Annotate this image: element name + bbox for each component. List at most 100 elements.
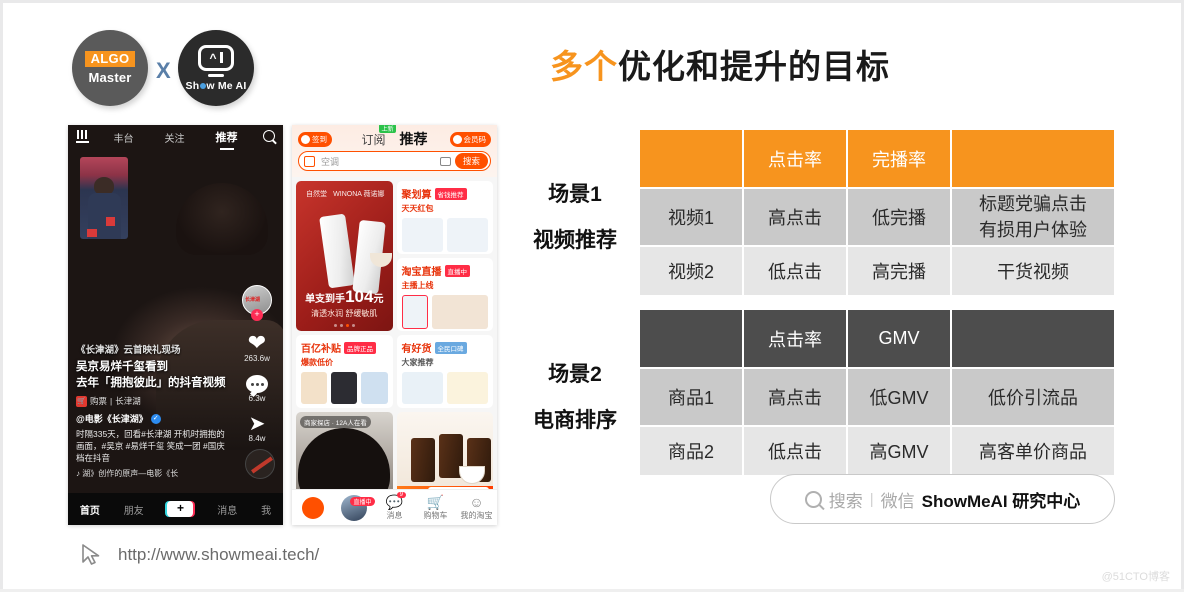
camera-icon[interactable]	[439, 156, 451, 166]
footer: http://www.showmeai.tech/	[78, 542, 319, 568]
taobao-nav-live[interactable]: 直播中	[333, 494, 375, 521]
monitor-icon: ^	[198, 44, 234, 71]
search-input[interactable]: 空调	[321, 155, 440, 168]
video-product-link[interactable]: 🛒 购票 | 长津湖	[76, 395, 236, 407]
goods-thumb-2	[446, 372, 488, 404]
taobao-search-bar[interactable]: 空调 搜索	[298, 151, 491, 171]
monitor-stand-icon	[208, 73, 224, 77]
product-link-sub: 长津湖	[115, 396, 141, 406]
taobao-nav-home[interactable]	[292, 496, 333, 519]
showmeai-pre: Sh	[185, 79, 200, 92]
carousel-dots[interactable]	[296, 324, 393, 327]
subsidy-products	[301, 372, 388, 404]
share-action[interactable]: ➤ 8.4w	[237, 414, 277, 443]
promo-price-value: 104	[345, 287, 374, 306]
taobao-tab-recommend[interactable]: 推荐	[400, 129, 428, 149]
video-metrics-table: 点击率 完播率 视频1 高点击 低完播 标题党骗点击 有损用户体验 视频2 低点…	[640, 130, 1114, 295]
taobao-nav-profile[interactable]: ☺ 我的淘宝	[456, 494, 497, 521]
member-code-label: 会员码	[463, 135, 487, 144]
taobao-nav-messages[interactable]: 💬 9 消息	[374, 492, 415, 521]
douyin-tab-following[interactable]: 关注	[165, 130, 185, 145]
taobao-nav-cart-label: 购物车	[423, 511, 448, 520]
music-disc-icon[interactable]	[245, 449, 275, 479]
page-title: 多个优化和提升的目标	[460, 40, 980, 88]
table-row: 低价引流品	[952, 369, 1114, 425]
douyin-nav-profile[interactable]: 我	[261, 502, 271, 517]
taobao-live-card[interactable]: 淘宝直播 直播中 主播上线	[396, 258, 493, 331]
taobao-tab-subscribe[interactable]: 订阅 上新	[361, 125, 396, 148]
heart-icon[interactable]: ❤	[237, 332, 277, 354]
live-calendar-icon[interactable]	[76, 130, 89, 143]
member-code-icon	[452, 135, 462, 144]
douyin-nav-friends[interactable]: 朋友	[124, 502, 144, 517]
taobao-tab-new-badge: 上新	[379, 125, 396, 133]
taobao-nav-cart[interactable]: 🛒 购物车	[415, 494, 456, 521]
magnifier-icon	[804, 490, 822, 508]
scene-2-desc: 电商排序	[533, 409, 617, 432]
live-avatar-icon: 直播中	[340, 494, 375, 521]
taobao-top-bar: 签到 订阅 上新 推荐 会员码 空调 搜索	[292, 125, 497, 177]
subsidy-card[interactable]: 百亿补贴 品牌正品 爆款低价	[296, 335, 393, 408]
left-edge	[0, 0, 3, 592]
algo-tag-label: ALGO	[84, 51, 136, 67]
douyin-nav-create-button[interactable]: +	[167, 501, 194, 517]
video-event-label: 《长津湖》云首映礼现场	[76, 345, 181, 356]
product-link-label: 购票	[90, 396, 108, 406]
subsidy-subtitle: 爆款低价	[301, 358, 333, 367]
wechat-search-label: 搜索	[828, 491, 863, 511]
table-a-header-completion: 完播率	[848, 130, 950, 187]
goods-products	[401, 372, 488, 404]
promo-card[interactable]: 自然堂 WINONA 薇诺娜 单支到手104元 清透水润 舒缓敏肌	[296, 181, 393, 331]
like-action[interactable]: ❤ 263.6w	[237, 332, 277, 364]
good-goods-card[interactable]: 有好货 全民口碑 大家推荐	[396, 335, 493, 408]
cursor-bar-icon	[219, 52, 223, 63]
comment-icon[interactable]	[246, 375, 268, 393]
douyin-tab-local[interactable]: 丰台	[114, 130, 134, 145]
table-row: 干货视频	[952, 247, 1114, 295]
promo-price-unit: 元	[373, 294, 384, 305]
scene-1-desc: 视频推荐	[533, 229, 617, 252]
footer-url[interactable]: http://www.showmeai.tech/	[118, 545, 319, 565]
thumbnail-mic	[106, 217, 115, 226]
wechat-search-pill[interactable]: 搜索 | 微信 ShowMeAI 研究中心	[770, 474, 1115, 524]
scene-2-label: 场景2 电商排序	[500, 358, 650, 434]
comment-action[interactable]: 6.3w	[237, 375, 277, 403]
douyin-thumbnail-preview[interactable]	[80, 157, 128, 239]
share-arrow-icon[interactable]: ➤	[237, 414, 277, 434]
search-button[interactable]: 搜索	[454, 153, 488, 169]
live-subtitle: 主播上线	[401, 281, 434, 290]
video-author-name: @电影《长津湖》	[76, 414, 148, 424]
promo-subtitle: 清透水润 舒缓敏肌	[311, 309, 378, 318]
subsidy-thumb-2	[331, 372, 358, 404]
member-code-button[interactable]: 会员码	[449, 132, 491, 147]
live-title: 淘宝直播	[401, 267, 442, 278]
table-a-header-note	[952, 130, 1114, 187]
table-row: 商品1	[640, 369, 742, 425]
douyin-nav-home[interactable]: 首页	[80, 502, 100, 517]
search-icon[interactable]	[263, 130, 275, 142]
comment-count: 6.3w	[248, 394, 266, 403]
table-row: 高点击	[744, 189, 846, 245]
video-music-label: 湖》创作的原声—电影《长	[82, 469, 179, 478]
table-b-header-note	[952, 310, 1114, 367]
table-b-header-blank	[640, 310, 742, 367]
showmeai-logo: ^ Sh w Me AI	[178, 30, 254, 106]
video-music-row[interactable]: ♪ 湖》创作的原声—电影《长	[76, 468, 236, 479]
cart-icon: 🛒	[426, 494, 445, 510]
profile-icon: ☺	[469, 494, 484, 510]
product-bottle-1	[319, 213, 355, 289]
like-count: 263.6w	[244, 354, 270, 363]
promo-brand-2: WINONA 薇诺娜	[333, 191, 385, 198]
video-author[interactable]: @电影《长津湖》 ✓	[76, 412, 236, 425]
follow-button[interactable]: +	[251, 309, 263, 321]
coffee-jar-1	[410, 438, 435, 482]
douyin-tab-recommend[interactable]: 推荐	[216, 129, 238, 145]
thumbnail-mic-2	[87, 229, 97, 237]
music-note-icon: ♪	[76, 469, 80, 478]
live-title-row: 淘宝直播 直播中	[402, 263, 489, 278]
scan-icon[interactable]	[304, 155, 315, 167]
table-a-note-line-1: 标题党骗点击	[979, 194, 1087, 214]
juhuasuan-card[interactable]: 聚划算 省钱推荐 天天红包	[396, 181, 493, 254]
douyin-nav-messages[interactable]: 消息	[217, 502, 237, 517]
table-row: 低GMV	[848, 369, 950, 425]
